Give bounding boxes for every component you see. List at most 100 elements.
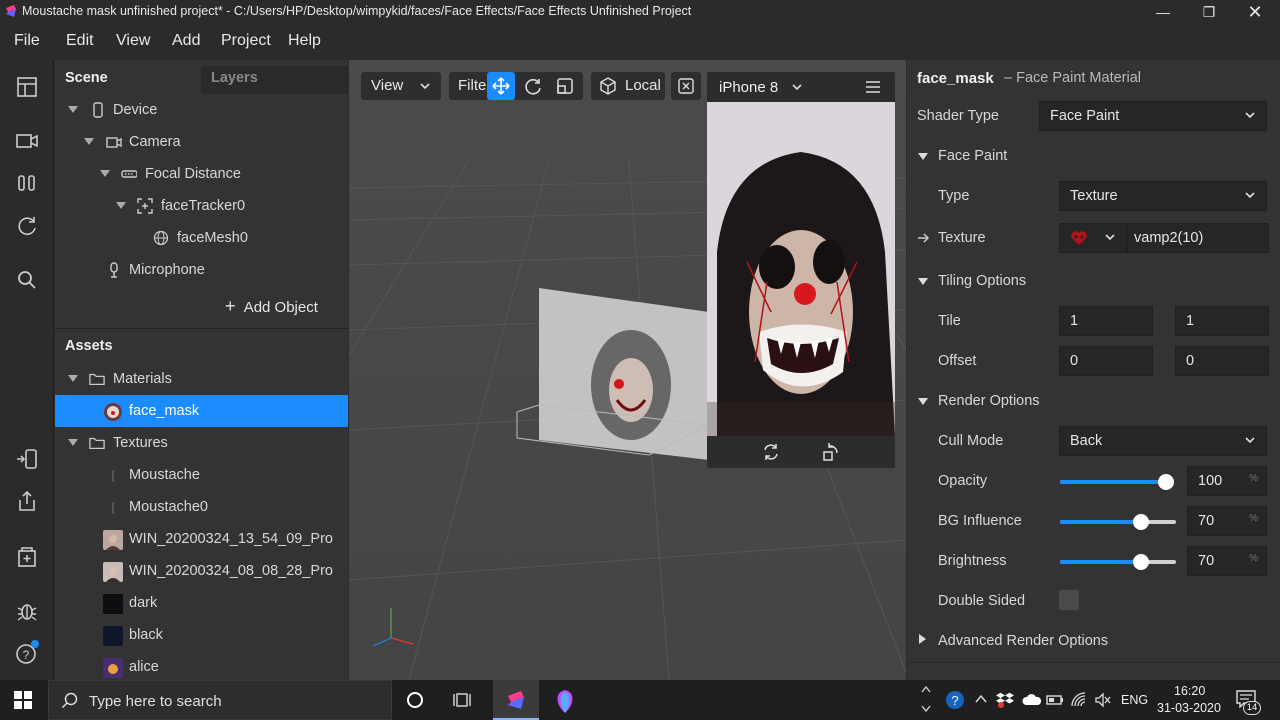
filter-label[interactable]: Filte: [458, 77, 486, 94]
tiling-section[interactable]: Tiling Options: [938, 273, 1026, 289]
battery-icon[interactable]: [1046, 692, 1064, 708]
dropbox-icon[interactable]: [996, 690, 1016, 710]
bug-icon[interactable]: [14, 598, 40, 624]
hamburger-menu-icon[interactable]: [865, 80, 881, 94]
brightness-slider-knob[interactable]: [1133, 554, 1150, 570]
collapse-caret-icon[interactable]: [918, 398, 928, 405]
wifi-icon[interactable]: [1070, 691, 1088, 709]
bg-influence-slider-knob[interactable]: [1133, 514, 1150, 530]
taskbar-search-box[interactable]: Type here to search: [48, 680, 392, 720]
scale-tool-icon[interactable]: [555, 76, 575, 96]
restore-button[interactable]: ❐: [1186, 0, 1232, 24]
advanced-render-section[interactable]: Advanced Render Options: [938, 633, 1108, 649]
tree-item-microphone[interactable]: Microphone: [55, 254, 348, 286]
layout-icon[interactable]: [14, 74, 40, 100]
asset-moustache0[interactable]: Moustache0: [55, 491, 348, 523]
menu-help[interactable]: Help: [288, 32, 321, 50]
tree-item-camera[interactable]: Camera: [55, 126, 348, 158]
video-camera-icon[interactable]: [14, 128, 40, 154]
opacity-slider-knob[interactable]: [1158, 474, 1174, 490]
rotate-device-icon[interactable]: [821, 442, 841, 462]
asset-photo-2[interactable]: WIN_20200324_08_08_28_Pro: [55, 555, 348, 587]
onedrive-icon[interactable]: [1022, 692, 1042, 708]
upload-icon[interactable]: [14, 488, 40, 514]
asset-photo-1[interactable]: WIN_20200324_13_54_09_Pro: [55, 523, 348, 555]
menu-file[interactable]: File: [14, 32, 40, 50]
expand-caret-icon[interactable]: [919, 634, 926, 644]
search-icon[interactable]: [14, 267, 40, 293]
tree-item-device[interactable]: Device: [55, 94, 348, 126]
move-tool-button[interactable]: [487, 72, 515, 100]
expand-caret-icon[interactable]: [68, 375, 78, 382]
tab-layers[interactable]: Layers: [201, 66, 348, 94]
tray-scroll[interactable]: [916, 680, 936, 720]
expand-caret-icon[interactable]: [100, 170, 110, 177]
arrow-right-circle-icon[interactable]: [916, 231, 930, 245]
close-button[interactable]: ✕: [1232, 0, 1278, 24]
view-dropdown[interactable]: View: [361, 72, 441, 100]
menu-view[interactable]: View: [116, 32, 150, 50]
shader-type-select[interactable]: Face Paint: [1039, 101, 1267, 131]
clock[interactable]: 16:20 31-03-2020: [1152, 682, 1228, 718]
menu-add[interactable]: Add: [172, 32, 200, 50]
collapse-caret-icon[interactable]: [918, 278, 928, 285]
refresh-icon[interactable]: [14, 213, 40, 239]
flip-camera-icon[interactable]: [761, 442, 781, 462]
tree-item-facetracker0[interactable]: faceTracker0: [55, 190, 348, 222]
double-sided-checkbox[interactable]: [1059, 590, 1079, 610]
tree-item-focal-distance[interactable]: Focal Distance: [55, 158, 348, 190]
help-tray-icon[interactable]: ?: [944, 689, 966, 711]
collapse-caret-icon[interactable]: [918, 153, 928, 160]
expand-caret-icon[interactable]: [68, 439, 78, 446]
task-view-icon[interactable]: [453, 691, 473, 709]
asset-folder-textures[interactable]: Textures: [55, 427, 348, 459]
pause-panels-icon[interactable]: [14, 170, 40, 196]
tab-scene[interactable]: Scene: [55, 66, 200, 94]
opacity-input[interactable]: 100 %: [1187, 466, 1267, 496]
volume-muted-icon[interactable]: [1094, 692, 1112, 708]
windows-start-icon[interactable]: [14, 691, 32, 709]
local-space-toggle[interactable]: Local: [591, 72, 665, 100]
device-preview[interactable]: iPhone 8: [707, 72, 895, 468]
expand-caret-icon[interactable]: [116, 202, 126, 209]
cortana-icon[interactable]: [406, 691, 424, 709]
bg-influence-input[interactable]: 70 %: [1187, 506, 1267, 536]
show-hidden-icons-icon[interactable]: [974, 692, 988, 706]
render-section[interactable]: Render Options: [938, 393, 1040, 409]
opacity-slider[interactable]: [1060, 474, 1174, 490]
close-preview-button[interactable]: [671, 72, 701, 100]
taskbar-spark-ar-app[interactable]: [493, 680, 539, 720]
help-icon[interactable]: ?: [14, 640, 40, 666]
bg-influence-slider[interactable]: [1060, 514, 1176, 530]
rotate-tool-icon[interactable]: [523, 76, 543, 96]
asset-folder-materials[interactable]: Materials: [55, 363, 348, 395]
texture-name-field[interactable]: vamp2(10): [1127, 223, 1269, 253]
add-object-button[interactable]: + Add Object: [225, 296, 318, 317]
asset-moustache[interactable]: Moustache: [55, 459, 348, 491]
action-center-button[interactable]: 14: [1236, 688, 1262, 715]
brightness-slider[interactable]: [1060, 554, 1176, 570]
minimize-button[interactable]: —: [1140, 0, 1186, 24]
offset-y-input[interactable]: 0: [1175, 346, 1269, 376]
tree-item-facemesh0[interactable]: faceMesh0: [55, 222, 348, 254]
offset-x-input[interactable]: 0: [1059, 346, 1153, 376]
type-select[interactable]: Texture: [1059, 181, 1267, 211]
add-asset-icon[interactable]: [14, 544, 40, 570]
spark-ar-player-icon[interactable]: [553, 688, 577, 714]
device-selector[interactable]: iPhone 8: [707, 72, 895, 102]
face-paint-section[interactable]: Face Paint: [938, 148, 1007, 164]
send-to-device-icon[interactable]: [14, 446, 40, 472]
asset-alice[interactable]: alice: [55, 651, 348, 683]
tile-y-input[interactable]: 1: [1175, 306, 1269, 336]
texture-picker[interactable]: [1059, 223, 1127, 253]
asset-dark[interactable]: dark: [55, 587, 348, 619]
language-indicator[interactable]: ENG: [1121, 693, 1148, 707]
expand-caret-icon[interactable]: [68, 106, 78, 113]
viewport[interactable]: View Filte Local iPhone 8: [349, 60, 906, 680]
asset-face-mask[interactable]: face_mask: [55, 395, 348, 427]
menu-project[interactable]: Project: [221, 32, 271, 50]
brightness-input[interactable]: 70 %: [1187, 546, 1267, 576]
tile-x-input[interactable]: 1: [1059, 306, 1153, 336]
menu-edit[interactable]: Edit: [66, 32, 94, 50]
cull-mode-select[interactable]: Back: [1059, 426, 1267, 456]
